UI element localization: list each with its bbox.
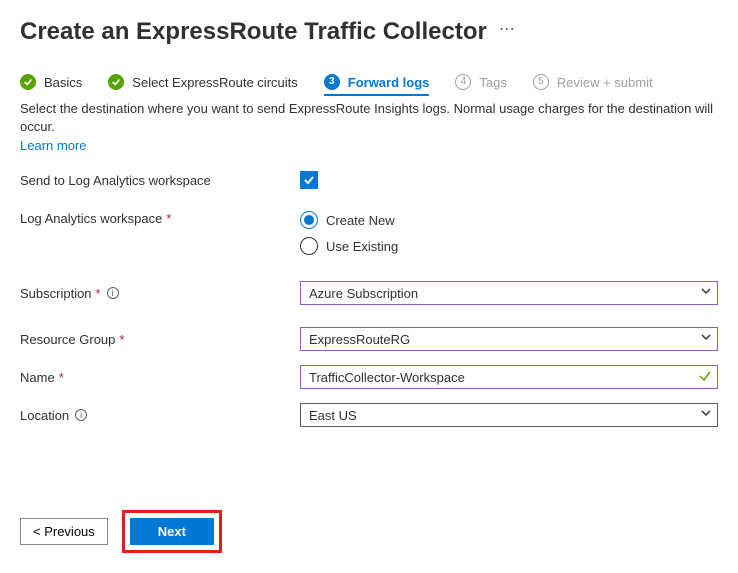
location-select[interactable]: East US [300,403,718,427]
next-button[interactable]: Next [130,518,214,545]
la-workspace-radio-group: Create New Use Existing [300,211,718,255]
required-indicator: * [119,332,124,347]
name-input[interactable]: TrafficCollector-Workspace [300,365,718,389]
label-name: Name [20,370,55,385]
tab-forward-logs[interactable]: 3 Forward logs [324,74,430,96]
label-resource-group: Resource Group [20,332,115,347]
tab-description: Select the destination where you want to… [20,100,718,136]
tab-tags[interactable]: 4 Tags [455,74,506,90]
input-value: TrafficCollector-Workspace [309,370,465,385]
highlight-box: Next [122,510,222,553]
required-indicator: * [96,286,101,301]
required-indicator: * [59,370,64,385]
previous-button[interactable]: < Previous [20,518,108,545]
step-number-icon: 3 [324,74,340,90]
valid-check-icon [698,369,712,386]
learn-more-link[interactable]: Learn more [20,138,86,153]
check-icon [108,74,124,90]
label-subscription: Subscription [20,286,92,301]
step-number-icon: 4 [455,74,471,90]
more-icon[interactable]: ⋯ [499,19,517,45]
check-icon [20,74,36,90]
tab-label: Review + submit [557,75,653,90]
radio-label: Create New [326,213,395,228]
wizard-tabs: Basics Select ExpressRoute circuits 3 Fo… [20,74,718,90]
radio-create-new[interactable]: Create New [300,211,718,229]
select-value: ExpressRouteRG [309,332,410,347]
tab-label: Select ExpressRoute circuits [132,75,297,90]
tab-label: Forward logs [348,75,430,90]
resource-group-select[interactable]: ExpressRouteRG [300,327,718,351]
tab-review-submit[interactable]: 5 Review + submit [533,74,653,90]
required-indicator: * [166,211,171,226]
tab-basics[interactable]: Basics [20,74,82,90]
radio-label: Use Existing [326,239,398,254]
label-location: Location [20,408,69,423]
subscription-select[interactable]: Azure Subscription [300,281,718,305]
select-value: Azure Subscription [309,286,418,301]
page-title: Create an ExpressRoute Traffic Collector [20,18,487,46]
label-la-workspace: Log Analytics workspace [20,211,162,226]
chevron-down-icon [700,407,712,422]
step-number-icon: 5 [533,74,549,90]
chevron-down-icon [700,331,712,346]
select-value: East US [309,408,357,423]
info-icon[interactable]: i [75,409,87,421]
tab-circuits[interactable]: Select ExpressRoute circuits [108,74,297,90]
label-send-to-la: Send to Log Analytics workspace [20,173,300,188]
tab-label: Tags [479,75,506,90]
footer-actions: < Previous Next [20,510,222,553]
tab-label: Basics [44,75,82,90]
radio-use-existing[interactable]: Use Existing [300,237,718,255]
radio-icon [300,237,318,255]
send-to-la-checkbox[interactable] [300,171,318,189]
info-icon[interactable]: i [107,287,119,299]
chevron-down-icon [700,285,712,300]
radio-icon [300,211,318,229]
